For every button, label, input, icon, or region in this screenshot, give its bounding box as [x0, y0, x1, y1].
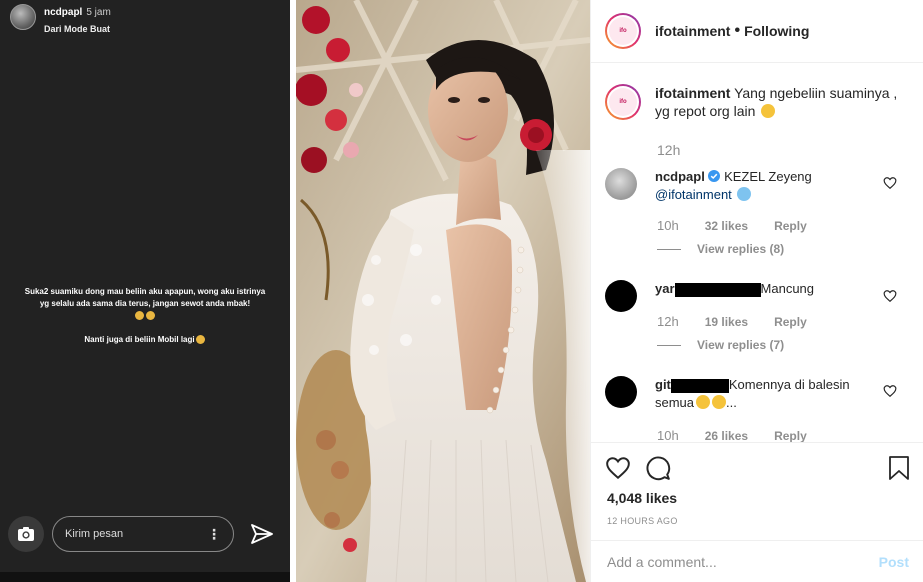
heart-icon[interactable] — [605, 455, 631, 481]
send-icon — [251, 524, 273, 544]
comment-user[interactable]: yar — [655, 281, 675, 296]
grimace-emoji-icon — [135, 311, 144, 321]
comment-item: git Komennya di balesin semua... — [605, 376, 885, 412]
smirk-emoji-icon — [195, 335, 205, 345]
story-text-line2: Nanti juga di beliin Mobil lagi — [84, 335, 195, 344]
redacted-username — [674, 282, 761, 297]
story-message-input[interactable]: Kirim pesan ⋮ — [52, 516, 234, 552]
story-reply-bar: Kirim pesan ⋮ — [8, 514, 280, 554]
commenter-avatar[interactable] — [605, 376, 637, 408]
post-actions: 4,048 likes 12 HOURS AGO — [591, 442, 923, 540]
comment-age: 12h — [657, 314, 679, 329]
story-message-placeholder: Kirim pesan — [65, 528, 124, 540]
view-replies-label: View replies (7) — [697, 338, 785, 352]
commenter-avatar[interactable] — [605, 280, 637, 312]
verified-badge-icon — [708, 170, 721, 182]
comment-likes[interactable]: 32 likes — [705, 219, 748, 233]
commenter-avatar[interactable] — [605, 168, 637, 200]
story-avatar — [10, 4, 36, 30]
post-comment-button[interactable]: Post — [879, 554, 909, 570]
rofl-emoji-icon — [696, 395, 711, 409]
comment-likes[interactable]: 26 likes — [705, 429, 748, 443]
camera-icon — [18, 527, 34, 541]
reply-button[interactable]: Reply — [774, 219, 807, 233]
author-avatar[interactable]: ifo — [605, 84, 641, 120]
view-replies[interactable]: View replies (8) — [657, 242, 784, 256]
more-icon[interactable]: ⋮ — [207, 526, 221, 543]
heart-icon[interactable] — [883, 289, 897, 303]
crying-emoji-icon — [737, 187, 752, 201]
bride-photo-illustration — [296, 0, 590, 582]
post-caption: ifo ifotainment Yang ngebeliin suaminya … — [605, 84, 905, 120]
rofl-emoji-icon — [712, 395, 727, 409]
post-photo[interactable] — [296, 0, 590, 582]
post-side-panel: ifo ifotainment • Following ifo ifotainm… — [590, 0, 923, 582]
rofl-emoji-icon — [761, 104, 776, 118]
comment-icon[interactable] — [645, 455, 671, 481]
follow-status[interactable]: Following — [744, 23, 809, 39]
heart-icon[interactable] — [883, 384, 897, 398]
comment-user[interactable]: git — [655, 377, 671, 392]
heart-icon[interactable] — [883, 176, 897, 190]
add-comment-input[interactable]: Add a comment... — [607, 554, 717, 570]
story-header: ncdpapl 5 jam Dari Mode Buat — [10, 4, 111, 36]
comment-age: 10h — [657, 428, 679, 442]
comment-age: 10h — [657, 218, 679, 233]
ifotainment-logo: ifo — [609, 88, 637, 116]
comments-list[interactable]: ifo ifotainment Yang ngebeliin suaminya … — [591, 64, 923, 442]
add-comment-bar: Add a comment... Post — [591, 540, 923, 582]
comment-text: KEZEL Zeyeng — [724, 169, 812, 184]
story-time: 5 jam — [86, 7, 111, 18]
post-author[interactable]: ifotainment — [655, 23, 730, 39]
story-text: Suka2 suamiku dong mau beliin aku apapun… — [20, 286, 270, 358]
redacted-username — [670, 378, 729, 393]
comment-item: yar Mancung — [605, 280, 885, 312]
reply-button[interactable]: Reply — [774, 429, 807, 443]
instagram-post-view: ncdpapl 5 jam Dari Mode Buat Suka2 suamik… — [0, 0, 923, 582]
send-button[interactable] — [250, 522, 274, 546]
post-timestamp: 12 HOURS AGO — [607, 516, 678, 526]
story-panel: ncdpapl 5 jam Dari Mode Buat Suka2 suamik… — [0, 0, 290, 582]
camera-button[interactable] — [8, 516, 44, 552]
comment-text: Mancung — [760, 281, 815, 296]
grimace-emoji-icon — [146, 311, 155, 321]
story-subtitle: Dari Mode Buat — [44, 24, 111, 34]
ifotainment-logo: ifo — [609, 17, 637, 45]
bookmark-icon[interactable] — [887, 455, 911, 481]
story-username: ncdpapl — [44, 7, 83, 18]
comment-mention[interactable]: @ifotainment — [655, 187, 732, 202]
comment-text-tail: ... — [726, 395, 737, 410]
story-text-line1: Suka2 suamiku dong mau beliin aku apapun… — [24, 287, 266, 308]
view-replies-label: View replies (8) — [697, 242, 785, 256]
comment-likes[interactable]: 19 likes — [705, 315, 748, 329]
post-header: ifo ifotainment • Following — [591, 0, 923, 63]
caption-age: 12h — [657, 142, 681, 158]
reply-button[interactable]: Reply — [774, 315, 807, 329]
story-screenshot: ncdpapl 5 jam Dari Mode Buat Suka2 suamik… — [0, 0, 296, 582]
comment-user[interactable]: ncdpapl — [655, 169, 705, 184]
view-replies[interactable]: View replies (7) — [657, 338, 784, 352]
caption-author[interactable]: ifotainment — [655, 85, 730, 101]
comment-item: ncdpapl KEZEL Zeyeng @ifotainment — [605, 168, 885, 204]
author-avatar[interactable]: ifo — [605, 13, 641, 49]
likes-count[interactable]: 4,048 likes — [607, 490, 677, 506]
